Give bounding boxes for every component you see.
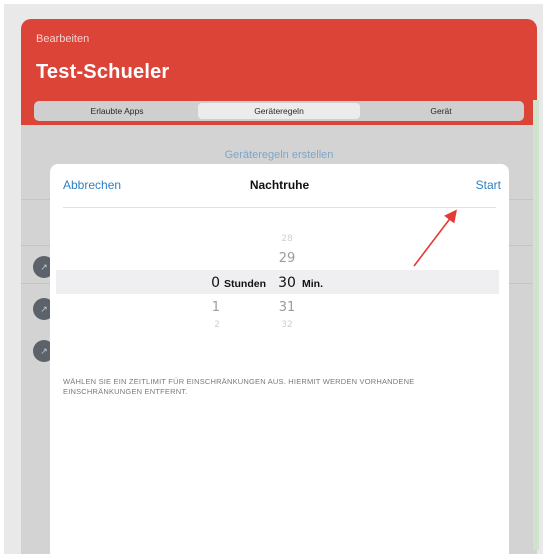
- segmented-control: Erlaubte Apps Geräteregeln Gerät: [34, 101, 524, 121]
- tab-device-rules[interactable]: Geräteregeln: [198, 103, 360, 119]
- minute-option[interactable]: 29: [276, 251, 298, 266]
- page-title: Test-Schueler: [36, 61, 170, 83]
- hours-unit-label: Stunden: [224, 278, 266, 290]
- sheet-title: Nachtruhe: [249, 178, 310, 192]
- minutes-unit-label: Min.: [302, 278, 323, 290]
- hour-option[interactable]: 2: [200, 320, 220, 330]
- hours-selected-value[interactable]: 0: [200, 275, 220, 291]
- duration-picker[interactable]: 28 29 0 Stunden 30 Min. 1 31 2 32: [50, 214, 509, 364]
- tab-device[interactable]: Gerät: [360, 103, 522, 119]
- minutes-selected-value[interactable]: 30: [276, 275, 298, 291]
- minute-option[interactable]: 28: [276, 234, 298, 244]
- minute-option[interactable]: 31: [276, 300, 298, 315]
- tab-allowed-apps[interactable]: Erlaubte Apps: [36, 103, 198, 119]
- app-header: Bearbeiten Test-Schueler Erlaubte Apps G…: [21, 19, 537, 125]
- edit-button[interactable]: Bearbeiten: [36, 33, 89, 45]
- create-rules-link[interactable]: Geräteregeln erstellen: [21, 149, 537, 161]
- background-edge: [533, 100, 539, 550]
- quiet-time-sheet: Abbrechen Nachtruhe Start 28 29 0 Stunde…: [50, 164, 509, 554]
- hour-option[interactable]: 1: [200, 300, 220, 315]
- start-button[interactable]: Start: [476, 178, 501, 192]
- info-note: WÄHLEN SIE EIN ZEITLIMIT FÜR EINSCHRÄNKU…: [63, 377, 415, 396]
- sheet-navigation-bar: Abbrechen Nachtruhe Start: [50, 164, 509, 208]
- minute-option[interactable]: 32: [276, 320, 298, 330]
- divider: [63, 207, 496, 208]
